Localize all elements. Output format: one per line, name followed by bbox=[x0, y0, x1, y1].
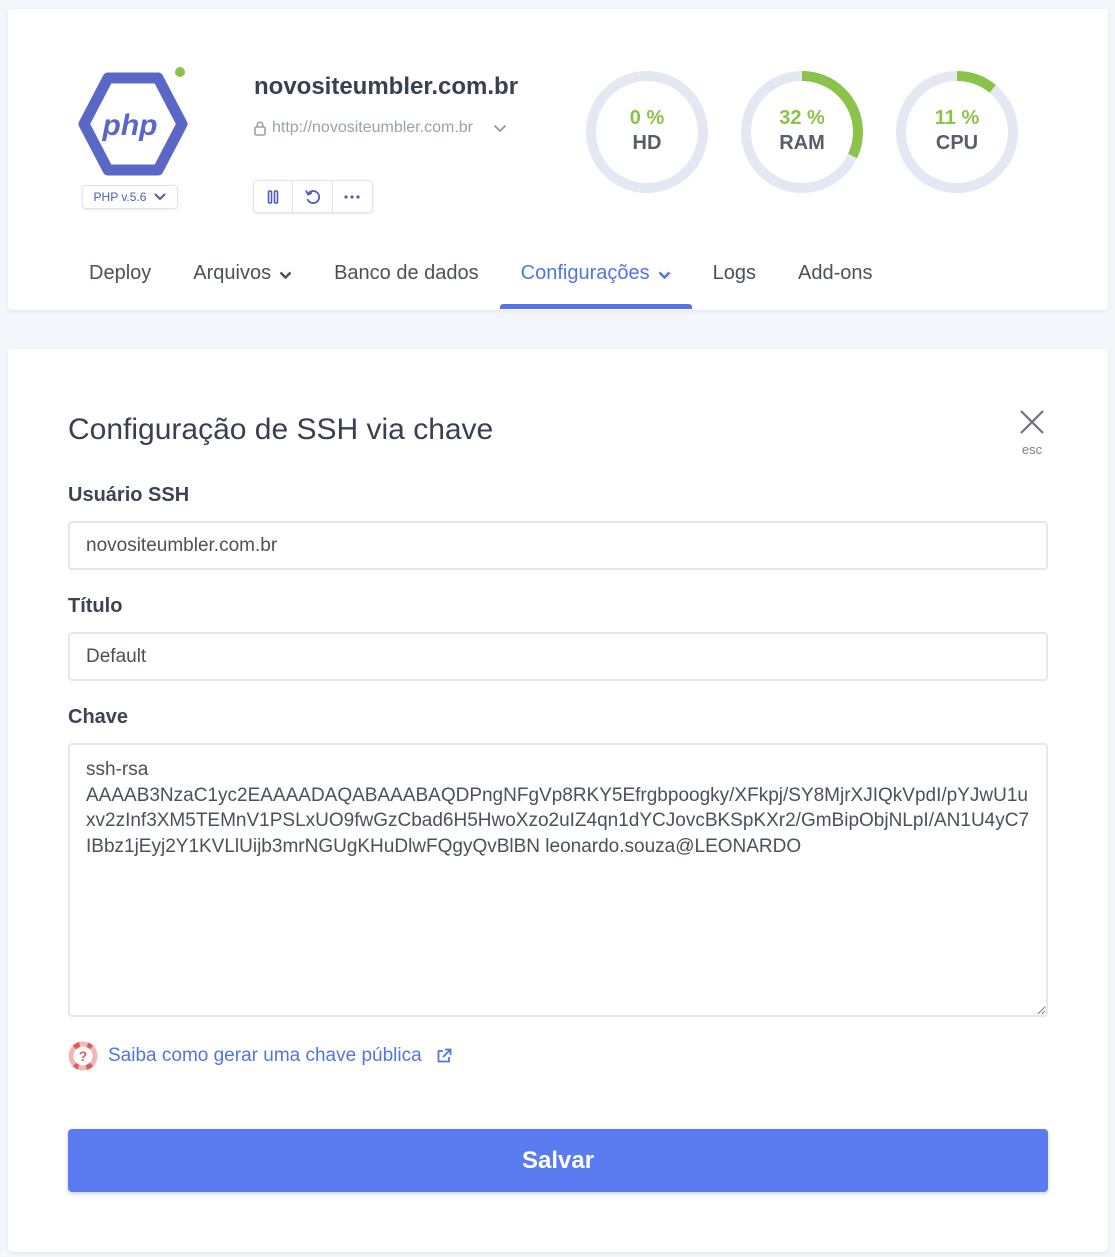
ssh-user-label: Usuário SSH bbox=[68, 484, 190, 506]
tab-label: Add-ons bbox=[797, 262, 873, 284]
restart-button[interactable] bbox=[293, 181, 333, 212]
close-icon bbox=[1020, 410, 1044, 434]
tab-add-ons[interactable]: Add-ons bbox=[777, 247, 894, 309]
site-actions bbox=[253, 180, 373, 213]
key-textarea[interactable]: ssh-rsa AAAAB3NzaC1yc2EAAAADAQABAAABAQDP… bbox=[68, 743, 1048, 1017]
chevron-down-icon[interactable] bbox=[493, 124, 507, 133]
lock-icon bbox=[254, 120, 266, 136]
logo-text: php bbox=[102, 109, 158, 142]
gauge-cpu-value: 11 % bbox=[934, 107, 980, 129]
gauge-ram: 32 % RAM bbox=[739, 69, 865, 195]
ssh-user-input[interactable] bbox=[68, 521, 1048, 570]
gauge-cpu-label: CPU bbox=[935, 132, 979, 154]
pause-icon bbox=[267, 189, 279, 204]
gauge-hd-value: 0 % bbox=[629, 107, 665, 129]
close-hint: esc bbox=[1021, 442, 1043, 457]
tab-configuracoes[interactable]: Configurações bbox=[499, 247, 692, 309]
save-button[interactable]: Salvar bbox=[68, 1129, 1048, 1192]
more-button[interactable] bbox=[333, 181, 372, 212]
form-title: Configuração de SSH via chave bbox=[68, 413, 494, 446]
pause-button[interactable] bbox=[254, 181, 294, 212]
site-url-link[interactable]: http://novositeumbler.com.br bbox=[254, 119, 507, 137]
chevron-down-icon bbox=[279, 271, 292, 280]
status-indicator bbox=[175, 67, 185, 77]
help-link-text: Saiba como gerar uma chave pública bbox=[108, 1045, 422, 1066]
gauge-ram-label: RAM bbox=[779, 132, 825, 154]
close-button[interactable]: esc bbox=[1016, 409, 1048, 457]
php-version-select[interactable]: PHP v.5.6 bbox=[82, 185, 178, 209]
php-logo: php bbox=[78, 69, 188, 179]
gauge-hd: 0 % HD bbox=[584, 69, 710, 195]
main-nav: Deploy Arquivos Banco de dados Configura… bbox=[68, 247, 893, 309]
tab-label: Deploy bbox=[89, 262, 152, 284]
lifebuoy-help-icon: ? bbox=[68, 1041, 98, 1071]
tab-label: Configurações bbox=[520, 262, 650, 284]
gauge-cpu: 11 % CPU bbox=[894, 69, 1020, 195]
tab-label: Arquivos bbox=[193, 262, 272, 284]
external-link-icon bbox=[437, 1048, 452, 1063]
tab-arquivos[interactable]: Arquivos bbox=[172, 247, 313, 309]
tab-label: Banco de dados bbox=[334, 262, 479, 284]
chevron-down-icon bbox=[154, 193, 167, 201]
title-input[interactable] bbox=[68, 632, 1048, 681]
site-name: novositeumbler.com.br bbox=[254, 73, 519, 100]
more-icon bbox=[344, 194, 360, 199]
gauge-hd-label: HD bbox=[632, 132, 662, 154]
php-version-label: PHP v.5.6 bbox=[93, 190, 147, 204]
chevron-down-icon bbox=[658, 271, 670, 280]
restart-icon bbox=[304, 189, 320, 204]
svg-text:?: ? bbox=[79, 1048, 88, 1064]
gauge-ram-value: 32 % bbox=[779, 107, 825, 129]
key-label: Chave bbox=[68, 706, 129, 728]
site-url-text: http://novositeumbler.com.br bbox=[272, 119, 473, 136]
ssh-key-form-card: Configuração de SSH via chave esc Usuári… bbox=[8, 349, 1108, 1252]
tab-deploy[interactable]: Deploy bbox=[68, 247, 172, 309]
help-link[interactable]: ? Saiba como gerar uma chave pública bbox=[68, 1041, 452, 1071]
tab-label: Logs bbox=[712, 262, 756, 284]
tab-logs[interactable]: Logs bbox=[692, 247, 777, 309]
app-header-card: php PHP v.5.6 novositeumbler.com.br http… bbox=[8, 9, 1108, 310]
tab-banco-de-dados[interactable]: Banco de dados bbox=[313, 247, 500, 309]
title-label: Título bbox=[68, 595, 123, 617]
